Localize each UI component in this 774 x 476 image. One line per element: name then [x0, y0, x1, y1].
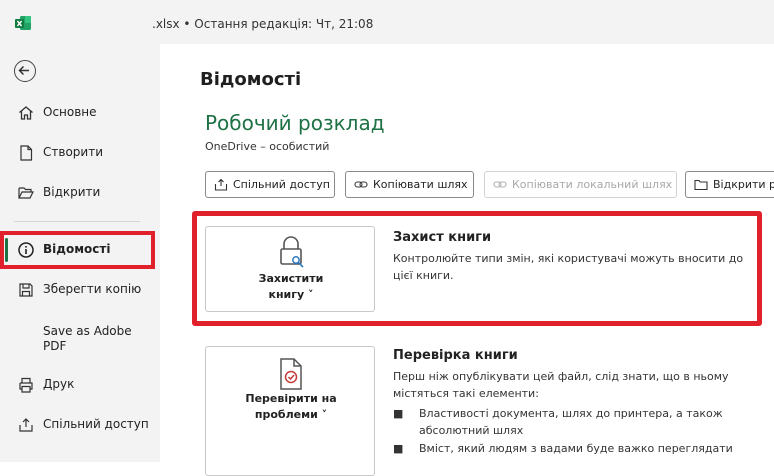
open-location-button[interactable]: Відкрити р — [685, 171, 774, 198]
copy-local-path-button[interactable]: Копіювати локальний шлях — [484, 171, 677, 198]
sidebar-item-save-copy[interactable]: Зберегти копію — [0, 272, 160, 308]
arrow-left-icon — [18, 65, 29, 76]
copy-path-label: Копіювати шлях — [373, 178, 468, 191]
info-pane: Відомості Робочий розклад OneDrive – осо… — [160, 44, 774, 476]
link-icon — [493, 181, 507, 188]
sidebar-item-label: Основне — [43, 105, 97, 119]
folder-icon — [694, 179, 708, 191]
protect-workbook-label-2: книгу ˅ — [268, 288, 314, 301]
copy-local-path-label: Копіювати локальний шлях — [512, 178, 673, 191]
check-issues-label-2: проблеми ˅ — [254, 408, 328, 421]
check-issues-button[interactable]: Перевірити на проблеми ˅ — [205, 346, 375, 476]
document-name: Робочий розклад — [205, 111, 385, 135]
info-icon — [18, 242, 34, 258]
sidebar-item-open[interactable]: Відкрити — [0, 175, 160, 211]
back-button[interactable] — [14, 60, 36, 82]
printer-icon — [19, 377, 33, 393]
sidebar-item-save-pdf[interactable]: Save as Adobe PDF — [0, 322, 160, 358]
sidebar-item-share[interactable]: Спільний доступ — [0, 407, 160, 443]
home-icon — [19, 106, 33, 120]
sidebar-item-label: Зберегти копію — [43, 282, 142, 296]
sidebar-item-label: Друк — [43, 377, 75, 391]
inspect-workbook-description: Перш ніж опублікувати цей файл, слід зна… — [393, 370, 729, 400]
sidebar-divider — [14, 221, 140, 222]
protect-workbook-title: Захист книги — [393, 230, 492, 245]
check-issues-label: Перевірити на — [245, 392, 337, 405]
folder-open-icon — [18, 187, 34, 199]
excel-app-icon — [15, 16, 31, 30]
new-document-icon — [20, 145, 33, 161]
protect-workbook-button[interactable]: Захистити книгу ˅ — [205, 226, 375, 312]
protect-workbook-label: Захистити — [258, 272, 324, 285]
page-title: Відомості — [200, 69, 302, 90]
inspect-workbook-title: Перевірка книги — [393, 348, 518, 363]
link-icon — [354, 181, 368, 188]
sidebar-item-home[interactable]: Основне — [0, 95, 160, 131]
bullet-text: Вміст, який людям з вадами буде важко пе… — [419, 442, 733, 455]
share-button-label: Спільний доступ — [233, 178, 330, 191]
sidebar-item-label: Save as Adobe PDF — [43, 324, 132, 353]
bullet-dot: ■ — [393, 442, 404, 455]
window-title: .xlsx • Остання редакція: Чт, 21:08 — [152, 17, 374, 31]
share-icon — [214, 178, 228, 191]
title-bar: .xlsx • Остання редакція: Чт, 21:08 — [0, 0, 774, 44]
lock-key-icon — [280, 236, 304, 268]
inspect-document-icon — [280, 358, 302, 390]
share-icon — [19, 418, 33, 432]
share-button[interactable]: Спільний доступ — [205, 171, 335, 198]
sidebar-item-info[interactable]: Відомості — [0, 232, 160, 268]
protect-workbook-description: Контролюйте типи змін, які користувачі м… — [393, 252, 744, 282]
sidebar-item-label: Відкрити — [43, 185, 101, 199]
save-icon — [19, 283, 33, 297]
bullet-text: Властивості документа, шлях до принтера,… — [419, 407, 723, 437]
sidebar-item-label: Створити — [43, 145, 103, 159]
document-location: OneDrive – особистий — [205, 140, 330, 153]
bullet-dot: ■ — [393, 407, 404, 420]
sidebar-item-new[interactable]: Створити — [0, 135, 160, 171]
sidebar-item-label: Спільний доступ — [43, 417, 149, 431]
sidebar-item-print[interactable]: Друк — [0, 367, 160, 403]
copy-path-button[interactable]: Копіювати шлях — [345, 171, 474, 198]
backstage-sidebar: Основне Створити Відкрити Відомості Збер… — [0, 44, 160, 462]
sidebar-item-label: Відомості — [43, 242, 111, 256]
open-location-label: Відкрити р — [713, 178, 774, 191]
